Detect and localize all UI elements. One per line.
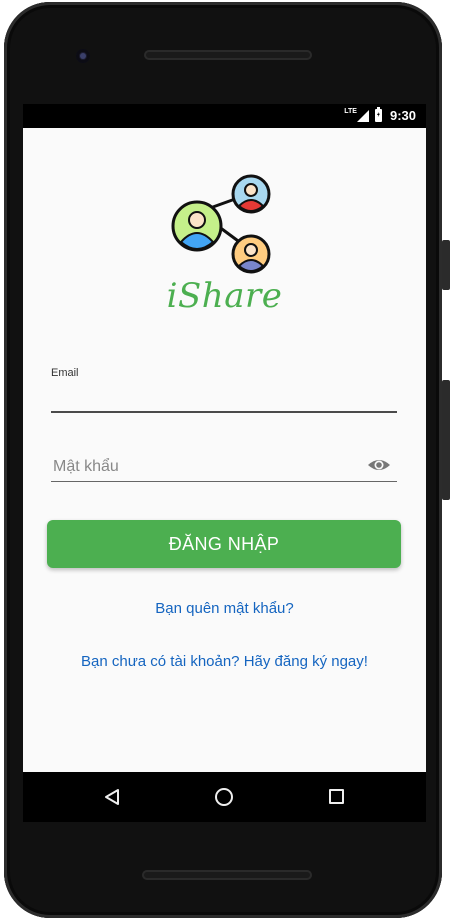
earpiece-speaker [144,50,312,60]
navigation-bar [23,772,426,822]
power-button [442,240,450,290]
recents-square-icon[interactable] [329,789,344,804]
eye-icon[interactable] [367,456,391,474]
status-bar: LTE 9:30 [23,104,426,128]
password-input[interactable] [51,454,355,480]
network-type: LTE [344,108,357,115]
email-underline [51,411,397,413]
people-network-icon [171,174,271,274]
password-underline [51,481,397,482]
back-triangle-icon[interactable] [103,788,121,806]
password-field[interactable] [51,450,397,484]
forgot-password-link[interactable]: Bạn quên mật khẩu? [23,600,426,617]
front-camera [76,49,90,63]
email-field[interactable]: Email [51,364,397,414]
volume-button [442,380,450,500]
signal-icon [356,109,369,122]
email-label: Email [51,367,79,379]
email-input[interactable] [51,386,395,410]
clock: 9:30 [389,108,416,123]
app-name: iShare [166,276,283,316]
battery-icon [374,107,382,122]
home-circle-icon[interactable] [215,788,233,806]
signup-link[interactable]: Bạn chưa có tài khoản? Hãy đăng ký ngay! [23,653,426,670]
login-button[interactable]: ĐĂNG NHẬP [47,520,401,568]
login-screen: iShare Email ĐĂNG NHẬP Bạn quên mật khẩu… [23,128,426,772]
bottom-speaker [142,870,312,880]
